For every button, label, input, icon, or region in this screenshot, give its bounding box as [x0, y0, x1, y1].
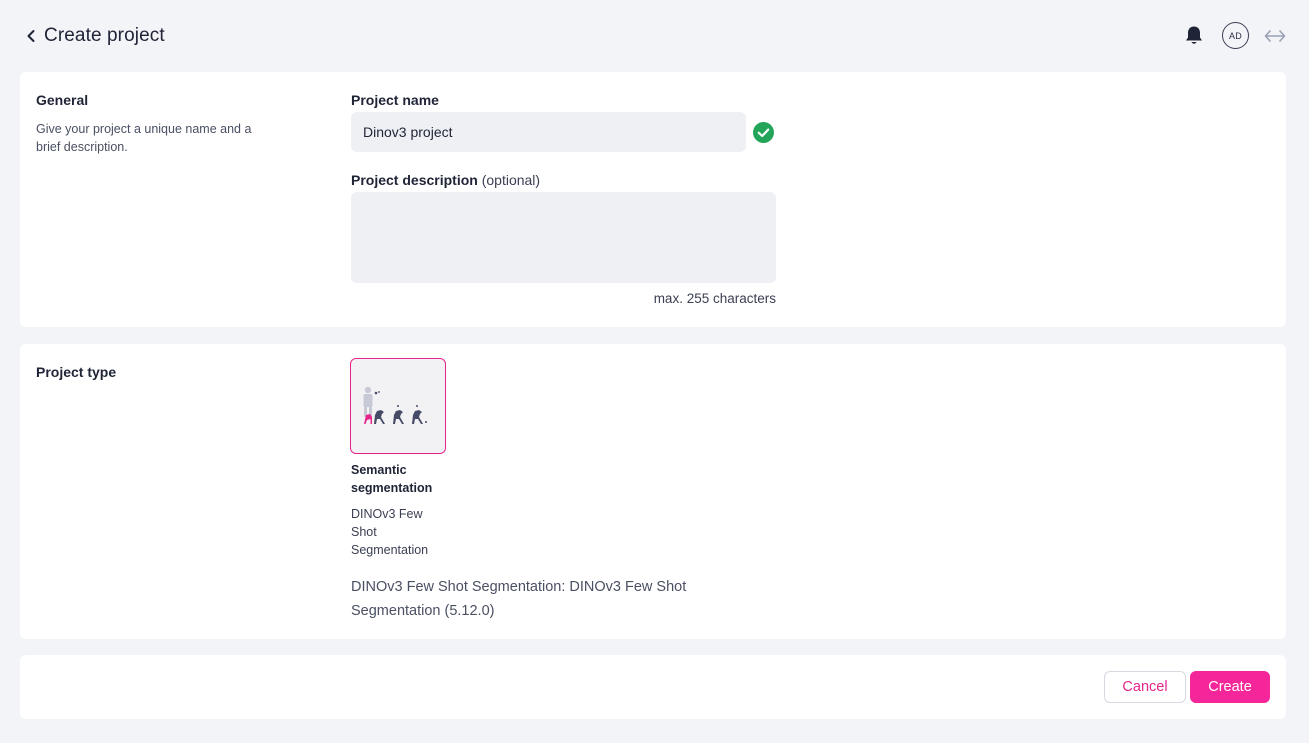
project-description-label-text: Project description [351, 172, 478, 188]
project-type-model: DINOv3 Few Shot Segmentation [351, 507, 429, 557]
actions-card: Cancel Create [20, 655, 1286, 719]
project-type-tile-semantic-segmentation[interactable] [350, 358, 446, 454]
semantic-segmentation-icon [363, 386, 427, 424]
project-description-label: Project description (optional) [351, 172, 540, 188]
back-button[interactable]: Create project [24, 22, 165, 50]
page-title: Create project [44, 25, 165, 46]
avatar[interactable]: AD [1222, 22, 1249, 49]
general-title: General [36, 92, 89, 108]
chevron-left-icon [27, 30, 35, 42]
bell-icon [1186, 26, 1202, 44]
project-name-input[interactable] [351, 112, 746, 152]
project-name-label: Project name [351, 92, 439, 108]
create-button[interactable]: Create [1190, 671, 1270, 703]
optional-tag: (optional) [481, 172, 541, 188]
project-type-title: Project type [36, 364, 117, 380]
project-type-full-label: DINOv3 Few Shot Segmentation: DINOv3 Few… [351, 579, 687, 619]
top-icons: AD [1182, 22, 1287, 49]
project-type-card: Project type Semantic segmentation DINOv… [20, 344, 1286, 639]
general-description: Give your project a unique name and a br… [36, 122, 252, 154]
char-limit-hint: max. 255 characters [653, 291, 776, 306]
arrows-horizontal-icon [1264, 29, 1286, 42]
cancel-button[interactable]: Cancel [1104, 671, 1186, 703]
top-bar: Create project AD [0, 0, 1309, 72]
notifications-button[interactable] [1182, 24, 1206, 48]
check-circle-icon [753, 122, 774, 143]
expand-button[interactable] [1263, 24, 1287, 48]
project-type-name: Semantic segmentation [351, 463, 433, 495]
general-card: General Give your project a unique name … [20, 72, 1286, 327]
project-description-input[interactable] [351, 192, 776, 283]
